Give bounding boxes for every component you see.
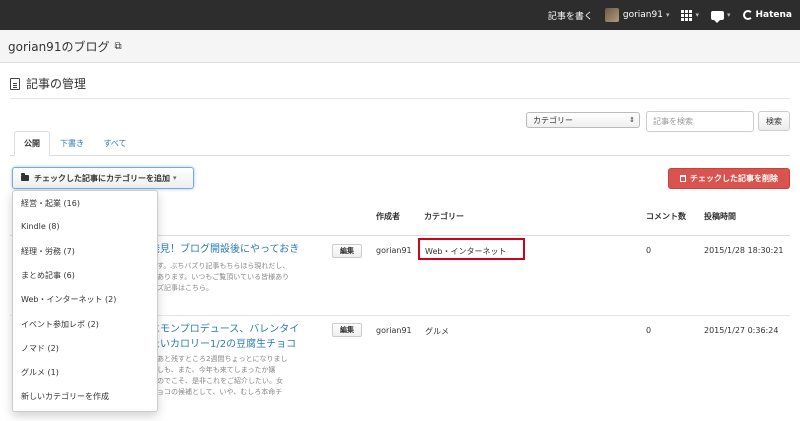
speech-bubble-icon (710, 10, 724, 23)
global-header: 記事を書く gorian91 ▾ ▾ ▾ Hatena (0, 0, 800, 30)
post-time: 2015/1/27 0:36:24 (704, 326, 779, 335)
dropdown-item-category[interactable]: まとめ記事 (6) (21, 270, 75, 281)
dropdown-item-category[interactable]: Web・インターネット (2) (21, 294, 116, 305)
post-author: gorian91 (376, 326, 412, 335)
post-title-link[interactable]: たいカロリー1/2の豆腐生チョコ (150, 337, 296, 352)
notifications-menu[interactable]: ▾ (710, 10, 731, 23)
post-author: gorian91 (376, 246, 412, 255)
page-heading: 記事の管理 (10, 75, 86, 92)
blog-bar: gorian91のブログ ⧉ (0, 30, 800, 63)
post-excerpt: にあります。いつもご覧頂いている皆様あり (150, 273, 290, 281)
tab-drafts[interactable]: 下書き (54, 131, 90, 156)
add-category-button[interactable]: チェックした記事にカテゴリーを追加 ▾ (12, 167, 194, 189)
chevron-down-icon: ▾ (726, 11, 731, 19)
header-comments: コメント数 (646, 212, 686, 221)
post-excerpt: チョコの候補として、いや、むしろ本命チ (150, 388, 283, 396)
blog-title[interactable]: gorian91のブログ (8, 38, 109, 55)
header-category: カテゴリー (424, 212, 464, 221)
select-arrows-icon: ⇕ (629, 116, 635, 124)
delete-checked-button[interactable]: チェックした記事を削除 (668, 168, 790, 189)
dropdown-item-category[interactable]: イベント参加レポ (2) (21, 319, 99, 330)
apps-menu[interactable]: ▾ (681, 9, 699, 21)
external-link-icon[interactable]: ⧉ (114, 41, 121, 52)
search-button-label: 検索 (766, 116, 782, 126)
grid-icon (681, 9, 693, 21)
post-excerpt: のあと残すところ2週間ちょっとになりまし (150, 355, 288, 363)
dropdown-item-category[interactable]: 経営・起業 (16) (21, 198, 80, 209)
post-title-link[interactable]: エモンプロデュース、バレンタイ (150, 322, 299, 337)
user-menu[interactable]: gorian91 ▾ (604, 8, 670, 22)
highlight-box (418, 238, 525, 260)
tab-published-label: 公開 (24, 139, 40, 148)
dropdown-item-category[interactable]: 経理・労務 (7) (21, 246, 75, 257)
tab-all[interactable]: すべて (96, 131, 134, 156)
post-comment-count: 0 (646, 246, 652, 255)
trash-icon (680, 175, 686, 182)
header-author: 作成者 (376, 212, 400, 221)
dropdown-item-category[interactable]: Kindle (8) (21, 222, 60, 231)
edit-button-label: 編集 (340, 326, 354, 334)
avatar (604, 8, 619, 22)
delete-checked-label: チェックした記事を削除 (690, 174, 778, 183)
dropdown-item-create-category[interactable]: 新しいカテゴリーを作成 (21, 391, 109, 402)
chevron-down-icon: ▾ (665, 11, 670, 19)
hatena-logo[interactable]: Hatena (742, 10, 793, 20)
post-excerpt: です。ぶちバズり記事もちらほら現れだし、 (150, 262, 290, 270)
category-filter-select[interactable]: カテゴリー ⇕ (526, 112, 640, 128)
post-excerpt: バズ記事はこちら。 (150, 284, 213, 292)
document-icon (10, 77, 20, 90)
dropdown-item-category[interactable]: ノマド (2) (21, 343, 59, 354)
category-filter-value: カテゴリー (533, 115, 573, 125)
post-time: 2015/1/28 18:30:21 (704, 246, 784, 255)
write-post-link[interactable]: 記事を書く (548, 9, 593, 22)
edit-button-label: 編集 (340, 247, 354, 255)
category-dropdown-menu: 経営・起業 (16) Kindle (8) 経理・労務 (7) まとめ記事 (6… (12, 190, 158, 412)
page-title: 記事の管理 (26, 77, 87, 91)
status-tabs: 公開 下書き すべて (10, 131, 790, 156)
post-excerpt: なのでこそ、是非これをご紹介したい。女 (150, 377, 283, 385)
tab-drafts-label: 下書き (60, 139, 84, 148)
post-comment-count: 0 (646, 326, 652, 335)
divider (10, 98, 790, 99)
hatena-logo-icon (742, 10, 753, 20)
search-placeholder: 記事を検索 (653, 117, 693, 126)
tab-published[interactable]: 公開 (14, 131, 50, 156)
search-input[interactable]: 記事を検索 (646, 111, 754, 132)
write-post-label: 記事を書く (547, 11, 593, 22)
dropdown-item-category[interactable]: グルメ (1) (21, 367, 59, 378)
hatena-brand: Hatena (755, 10, 793, 20)
chevron-down-icon: ▾ (173, 174, 177, 182)
post-category: グルメ (425, 327, 449, 336)
folder-icon (21, 173, 29, 181)
add-category-label: チェックした記事にカテゴリーを追加 (34, 173, 170, 183)
edit-button[interactable]: 編集 (332, 323, 362, 337)
chevron-down-icon: ▾ (695, 11, 699, 19)
search-button[interactable]: 検索 (758, 111, 790, 131)
post-excerpt: だしも、また、今年も来てしまったか嬢 (150, 366, 276, 374)
username: gorian91 (622, 10, 663, 20)
post-title-link[interactable]: 発見！ブログ開設後にやっておき (150, 242, 299, 257)
tab-all-label: すべて (103, 139, 127, 148)
edit-button[interactable]: 編集 (332, 244, 362, 258)
header-post-time: 投稿時間 (704, 212, 736, 221)
